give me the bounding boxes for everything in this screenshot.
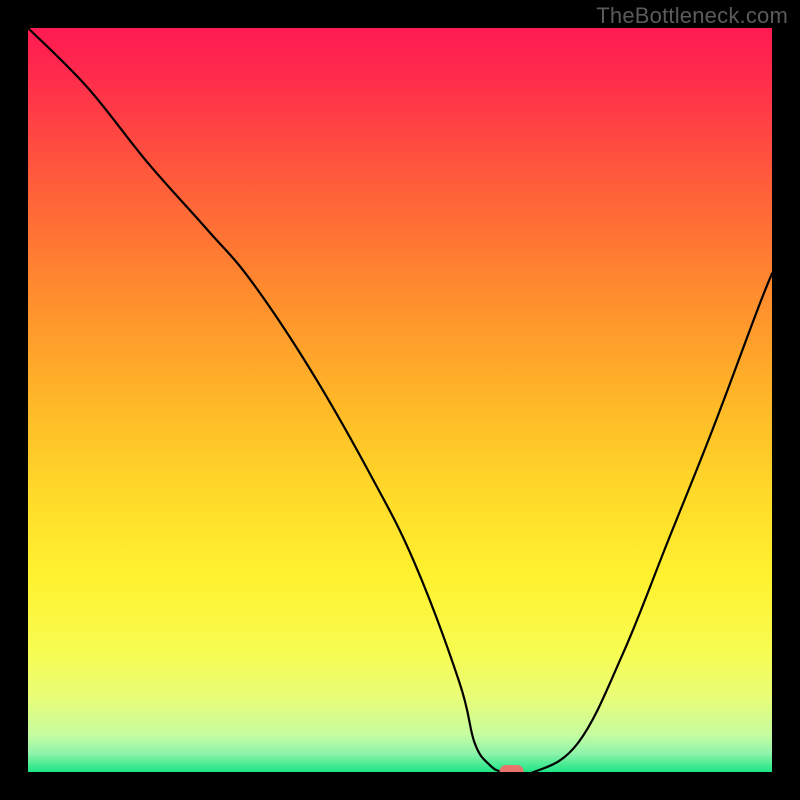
chart-frame: TheBottleneck.com xyxy=(0,0,800,800)
plot-area xyxy=(28,28,772,772)
watermark-label: TheBottleneck.com xyxy=(596,3,788,29)
optimal-marker xyxy=(500,765,524,772)
gradient-background xyxy=(28,28,772,772)
bottleneck-chart xyxy=(28,28,772,772)
